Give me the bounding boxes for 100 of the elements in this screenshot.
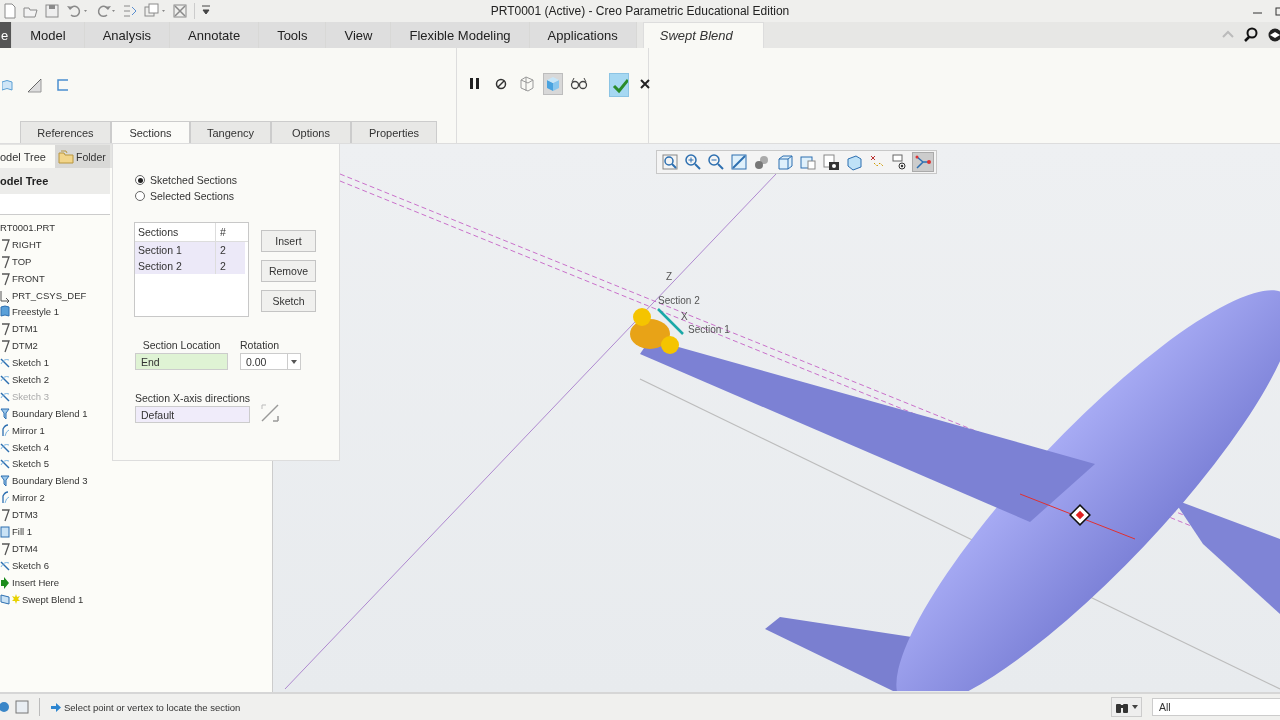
tree-item[interactable]: Mirror 1 xyxy=(12,424,45,436)
regenerate-icon[interactable] xyxy=(122,3,138,19)
zoom-out-icon xyxy=(707,153,725,171)
plane-icon xyxy=(0,338,10,354)
tree-item[interactable]: Sketch 2 xyxy=(12,373,49,385)
panel-tab[interactable]: Folder xyxy=(55,145,110,168)
panel-tab[interactable]: odel Tree xyxy=(0,145,55,168)
ribbon-tab[interactable]: Analysis xyxy=(84,22,171,48)
ribbon-tab[interactable]: View xyxy=(326,22,392,48)
surface-icon xyxy=(0,304,10,320)
swept-blend-icon xyxy=(0,591,10,607)
tree-item[interactable]: Mirror 2 xyxy=(12,492,45,504)
dashboard-tab[interactable]: Properties xyxy=(351,121,437,143)
selection-filter[interactable]: All xyxy=(1152,698,1280,716)
ribbon-tab[interactable]: Tools xyxy=(259,22,327,48)
panel-button[interactable]: Remove xyxy=(261,260,316,282)
tree-item[interactable]: DTM1 xyxy=(12,323,38,335)
tree-item[interactable]: Freestyle 1 xyxy=(12,306,59,318)
arrow-icon xyxy=(50,700,62,714)
dashboard-tab[interactable]: Sections xyxy=(111,121,190,143)
search-field[interactable] xyxy=(0,194,110,215)
search-icon[interactable] xyxy=(1244,27,1259,43)
perspective-icon xyxy=(845,153,863,171)
tree-item[interactable]: DTM2 xyxy=(12,340,38,352)
window-toggle-icon[interactable] xyxy=(15,699,29,715)
apply-button[interactable] xyxy=(609,73,629,97)
save-icon[interactable] xyxy=(44,3,60,19)
dashboard-tab[interactable]: References xyxy=(20,121,111,143)
tree-item[interactable]: DTM3 xyxy=(12,509,38,521)
tree-item[interactable]: Swept Blend 1 xyxy=(22,593,84,605)
tree-item[interactable]: Boundary Blend 3 xyxy=(12,475,88,487)
tree-item[interactable]: Sketch 1 xyxy=(12,357,49,369)
find-button[interactable] xyxy=(1111,697,1142,717)
box-icon xyxy=(776,153,794,171)
fill-icon xyxy=(0,523,10,539)
caret-icon xyxy=(1132,705,1138,709)
maximize-icon[interactable] xyxy=(1274,5,1280,17)
open-section-icon[interactable] xyxy=(56,78,70,92)
undo-icon[interactable] xyxy=(66,3,88,19)
tree-item[interactable]: Sketch 5 xyxy=(12,458,49,470)
customize-toolbar-icon[interactable] xyxy=(201,5,211,17)
camera-icon xyxy=(822,153,840,171)
panel-button[interactable]: Sketch xyxy=(261,290,316,312)
blend-icon[interactable] xyxy=(27,78,42,93)
table-cell: Section 2 xyxy=(135,258,216,274)
repaint-icon xyxy=(730,153,748,171)
help-icon[interactable] xyxy=(1268,27,1280,43)
status-message: Select point or vertex to locate the section xyxy=(64,701,241,713)
tree-item[interactable]: Boundary Blend 1 xyxy=(12,407,88,419)
globe-icon[interactable] xyxy=(0,699,9,715)
ribbon-tab[interactable]: Model xyxy=(12,22,85,48)
file-tab[interactable]: e xyxy=(0,22,13,48)
tree-item[interactable]: DTM4 xyxy=(12,542,38,554)
windows-icon[interactable] xyxy=(144,3,166,19)
blend-icon xyxy=(0,473,10,489)
ribbon-tab[interactable]: Flexible Modeling xyxy=(391,22,530,48)
ribbon-tab[interactable]: Annotate xyxy=(170,22,260,48)
tree-item[interactable]: RT0001.PRT xyxy=(0,221,56,233)
radio-button[interactable] xyxy=(135,191,145,201)
radio-button[interactable] xyxy=(135,175,145,185)
column-header: # xyxy=(219,225,227,240)
direction-field[interactable]: Default xyxy=(135,406,250,423)
folder-icon xyxy=(58,149,74,164)
radio-label: Selected Sections xyxy=(150,190,235,202)
table-cell-text: 2 xyxy=(219,243,227,258)
plane-icon xyxy=(0,236,10,252)
location-field[interactable]: End xyxy=(135,353,228,370)
tree-item[interactable]: Insert Here xyxy=(12,576,59,588)
model-label: Z xyxy=(666,271,673,282)
ribbon-tab[interactable]: Applications xyxy=(529,22,637,48)
dashboard-tab[interactable]: Options xyxy=(271,121,351,143)
tree-item[interactable]: RIGHT xyxy=(12,238,42,250)
tree-item[interactable]: FRONT xyxy=(12,272,45,284)
plane-icon xyxy=(0,321,10,337)
surface-icon[interactable] xyxy=(2,78,13,92)
tree-item[interactable]: PRT_CSYS_DEF xyxy=(12,289,87,301)
view-tool-button[interactable] xyxy=(820,152,842,172)
tree-item[interactable]: Sketch 4 xyxy=(12,441,49,453)
tree-item[interactable]: Fill 1 xyxy=(12,525,33,537)
column-header: Sections xyxy=(135,223,216,241)
rotation-dropdown[interactable]: 0.00 xyxy=(240,353,301,370)
mirror-icon xyxy=(0,490,10,506)
eye-icon xyxy=(891,153,909,171)
tree-item[interactable]: TOP xyxy=(12,255,32,267)
radio-label: Sketched Sections xyxy=(150,174,237,186)
flip-direction-icon[interactable] xyxy=(260,403,280,423)
ribbon-tab[interactable]: Swept Blend xyxy=(642,22,764,48)
table-row[interactable]: Section 2 2 xyxy=(135,258,245,274)
table-row[interactable]: Section 1 2 xyxy=(135,242,245,258)
model-label: Section 2 xyxy=(658,295,700,306)
tree-item[interactable]: Sketch 6 xyxy=(12,559,49,571)
shading-icon xyxy=(753,153,771,171)
new-file-icon[interactable] xyxy=(2,3,17,19)
dashboard-tab[interactable]: Tangency xyxy=(190,121,271,143)
panel-button[interactable]: Insert xyxy=(261,230,316,252)
table-cell-text: 2 xyxy=(219,259,227,274)
close-window-icon[interactable] xyxy=(172,3,188,19)
solid-box-icon xyxy=(544,74,562,94)
wireframe-box-icon xyxy=(518,74,536,94)
field-label: Rotation xyxy=(240,339,281,351)
